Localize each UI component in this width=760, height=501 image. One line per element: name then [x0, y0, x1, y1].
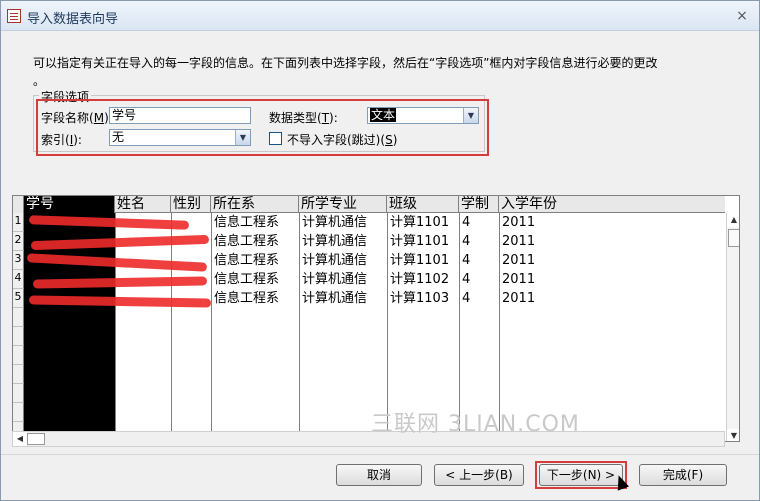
table-cell: 计算机通信 — [302, 215, 368, 230]
table-cell: 计算机通信 — [302, 272, 368, 287]
row-number[interactable]: 3 — [13, 251, 24, 270]
finish-button[interactable]: 完成(F) — [639, 464, 727, 486]
column-header[interactable]: 性别 — [171, 196, 211, 213]
back-button[interactable]: < 上一步(B) — [434, 464, 524, 486]
row-number[interactable]: 4 — [13, 270, 24, 289]
instruction-text: 可以指定有关正在导入的每一字段的信息。在下面列表中选择字段，然后在“字段选项”框… — [33, 54, 723, 90]
import-wizard-window: 导入数据表向导 × 可以指定有关正在导入的每一字段的信息。在下面列表中选择字段，… — [0, 0, 760, 501]
table-cell: 信息工程系 — [214, 272, 280, 287]
next-button-annotation-box — [535, 461, 627, 489]
table-cell: 计算1103 — [390, 291, 450, 306]
data-type-value: 文本 — [370, 108, 397, 122]
skip-field-checkbox[interactable] — [269, 132, 282, 145]
watermark-text: 三联网 3LIAN.COM — [371, 412, 580, 437]
index-label-text: 索引 — [41, 133, 66, 147]
table-cell: 4 — [462, 234, 471, 249]
row-number[interactable]: 5 — [13, 289, 24, 308]
index-accesskey: I — [69, 133, 74, 147]
table-cell: 4 — [462, 291, 471, 306]
corner-cell — [13, 196, 24, 213]
data-type-accesskey: T — [321, 111, 330, 125]
skip-field-label[interactable]: 不导入字段(跳过)(S) — [287, 131, 397, 148]
redaction-scribble — [32, 276, 208, 289]
table-cell: 信息工程系 — [214, 234, 280, 249]
data-type-label: 数据类型(T): — [269, 111, 338, 125]
horizontal-scrollbar[interactable]: ◀ — [12, 431, 725, 447]
data-type-label-text: 数据类型 — [269, 111, 318, 125]
field-name-input[interactable]: 学号 — [109, 107, 251, 124]
horizontal-scroll-thumb[interactable] — [27, 433, 45, 445]
table-cell: 2011 — [502, 272, 536, 287]
close-icon[interactable]: × — [733, 7, 751, 25]
column-header[interactable]: 入学年份 — [499, 196, 725, 213]
chevron-down-icon[interactable]: ▼ — [235, 130, 250, 145]
row-number[interactable]: 1 — [13, 213, 24, 232]
row-number-empty — [13, 308, 24, 327]
instruction-line: 可以指定有关正在导入的每一字段的信息。在下面列表中选择字段，然后在“字段选项”框… — [33, 56, 658, 88]
skip-field-accesskey: S — [385, 133, 393, 147]
grid-header: 学号 姓名 性别 所在系 所学专业 班级 学制 入学年份 — [13, 196, 725, 213]
column-divider — [115, 213, 116, 441]
preview-grid[interactable]: 学号 姓名 性别 所在系 所学专业 班级 学制 入学年份 1 2 3 4 5 信 — [12, 195, 740, 442]
index-value: 无 — [112, 130, 125, 144]
index-label: 索引(I): — [41, 133, 82, 147]
table-cell: 信息工程系 — [214, 291, 280, 306]
column-header[interactable]: 学号 — [24, 196, 115, 213]
vertical-scrollbar[interactable]: ▲ ▼ — [726, 213, 739, 441]
table-app-icon — [7, 9, 21, 23]
index-select[interactable]: 无 ▼ — [109, 129, 251, 146]
field-name-label: 字段名称(M): — [41, 111, 113, 125]
table-cell: 2011 — [502, 291, 536, 306]
row-number-empty — [13, 384, 24, 403]
row-number-empty — [13, 365, 24, 384]
skip-field-label-text: 不导入字段(跳过) — [287, 133, 381, 147]
scroll-left-icon[interactable]: ◀ — [13, 432, 27, 446]
table-cell: 计算机通信 — [302, 234, 368, 249]
scroll-thumb[interactable] — [728, 229, 739, 247]
data-type-select[interactable]: 文本 ▼ — [367, 107, 479, 124]
title-bar: 导入数据表向导 × — [1, 1, 759, 31]
column-header[interactable]: 学制 — [459, 196, 499, 213]
table-cell: 2011 — [502, 234, 536, 249]
column-header[interactable]: 所在系 — [211, 196, 299, 213]
table-cell: 计算1101 — [390, 253, 450, 268]
field-name-value: 学号 — [112, 108, 137, 122]
column-divider — [171, 213, 172, 441]
chevron-down-icon[interactable]: ▼ — [463, 108, 478, 123]
table-cell: 计算1102 — [390, 272, 450, 287]
window-title: 导入数据表向导 — [27, 12, 119, 27]
column-header[interactable]: 班级 — [387, 196, 459, 213]
row-number-empty — [13, 403, 24, 422]
table-cell: 2011 — [502, 215, 536, 230]
field-name-accesskey: M — [93, 111, 105, 125]
column-header[interactable]: 姓名 — [115, 196, 171, 213]
row-number-empty — [13, 327, 24, 346]
footer-separator — [1, 454, 759, 455]
column-header[interactable]: 所学专业 — [299, 196, 387, 213]
table-cell: 4 — [462, 272, 471, 287]
table-cell: 信息工程系 — [214, 253, 280, 268]
table-cell: 4 — [462, 253, 471, 268]
row-number-empty — [13, 346, 24, 365]
scroll-up-icon[interactable]: ▲ — [727, 213, 739, 227]
table-cell: 计算机通信 — [302, 291, 368, 306]
table-cell: 2011 — [502, 253, 536, 268]
scroll-down-icon[interactable]: ▼ — [727, 429, 739, 441]
table-cell: 计算机通信 — [302, 253, 368, 268]
table-cell: 信息工程系 — [214, 215, 280, 230]
table-cell: 计算1101 — [390, 234, 450, 249]
field-name-label-text: 字段名称 — [41, 111, 90, 125]
cancel-button[interactable]: 取消 — [336, 464, 422, 486]
table-cell: 计算1101 — [390, 215, 450, 230]
row-number[interactable]: 2 — [13, 232, 24, 251]
table-cell: 4 — [462, 215, 471, 230]
